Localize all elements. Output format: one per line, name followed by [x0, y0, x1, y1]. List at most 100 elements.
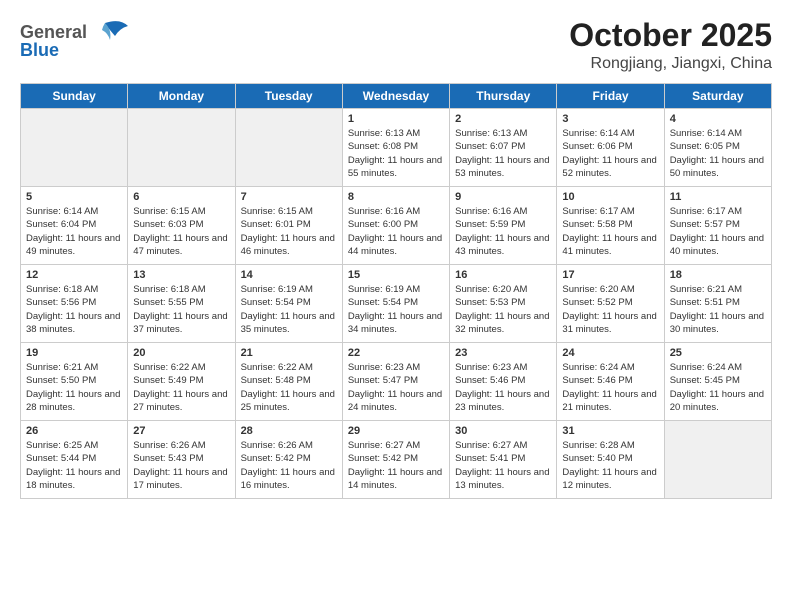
day-number: 25: [670, 347, 766, 359]
sunset-text: Sunset: 5:40 PM: [562, 453, 632, 464]
sunrise-text: Sunrise: 6:17 AM: [670, 206, 742, 217]
daylight-text: Daylight: 11 hours and 23 minutes.: [455, 389, 549, 413]
sunrise-text: Sunrise: 6:15 AM: [241, 206, 313, 217]
week-row-5: 26 Sunrise: 6:25 AM Sunset: 5:44 PM Dayl…: [21, 421, 772, 499]
sunrise-text: Sunrise: 6:27 AM: [455, 440, 527, 451]
cell-info: Sunrise: 6:26 AM Sunset: 5:42 PM Dayligh…: [241, 439, 337, 492]
day-number: 2: [455, 113, 551, 125]
sunrise-text: Sunrise: 6:22 AM: [133, 362, 205, 373]
daylight-text: Daylight: 11 hours and 30 minutes.: [670, 311, 764, 335]
sunrise-text: Sunrise: 6:17 AM: [562, 206, 634, 217]
day-number: 7: [241, 191, 337, 203]
daylight-text: Daylight: 11 hours and 17 minutes.: [133, 467, 227, 491]
day-number: 27: [133, 425, 229, 437]
sunrise-text: Sunrise: 6:24 AM: [670, 362, 742, 373]
logo: General Blue: [20, 18, 130, 65]
daylight-text: Daylight: 11 hours and 38 minutes.: [26, 311, 120, 335]
week-row-1: 1 Sunrise: 6:13 AM Sunset: 6:08 PM Dayli…: [21, 109, 772, 187]
cell-info: Sunrise: 6:21 AM Sunset: 5:50 PM Dayligh…: [26, 361, 122, 414]
day-number: 29: [348, 425, 444, 437]
daylight-text: Daylight: 11 hours and 43 minutes.: [455, 233, 549, 257]
calendar-cell: 31 Sunrise: 6:28 AM Sunset: 5:40 PM Dayl…: [557, 421, 664, 499]
sunrise-text: Sunrise: 6:13 AM: [348, 128, 420, 139]
calendar-cell: 6 Sunrise: 6:15 AM Sunset: 6:03 PM Dayli…: [128, 187, 235, 265]
calendar-cell: 2 Sunrise: 6:13 AM Sunset: 6:07 PM Dayli…: [450, 109, 557, 187]
sunset-text: Sunset: 6:01 PM: [241, 219, 311, 230]
logo-text: General Blue: [20, 18, 130, 65]
cell-info: Sunrise: 6:24 AM Sunset: 5:45 PM Dayligh…: [670, 361, 766, 414]
cell-info: Sunrise: 6:20 AM Sunset: 5:53 PM Dayligh…: [455, 283, 551, 336]
calendar-cell: 17 Sunrise: 6:20 AM Sunset: 5:52 PM Dayl…: [557, 265, 664, 343]
cell-info: Sunrise: 6:19 AM Sunset: 5:54 PM Dayligh…: [348, 283, 444, 336]
weekday-header-saturday: Saturday: [664, 84, 771, 109]
calendar-cell: 27 Sunrise: 6:26 AM Sunset: 5:43 PM Dayl…: [128, 421, 235, 499]
cell-info: Sunrise: 6:19 AM Sunset: 5:54 PM Dayligh…: [241, 283, 337, 336]
sunset-text: Sunset: 5:46 PM: [455, 375, 525, 386]
calendar-cell: 10 Sunrise: 6:17 AM Sunset: 5:58 PM Dayl…: [557, 187, 664, 265]
sunset-text: Sunset: 6:00 PM: [348, 219, 418, 230]
day-number: 8: [348, 191, 444, 203]
cell-info: Sunrise: 6:14 AM Sunset: 6:04 PM Dayligh…: [26, 205, 122, 258]
calendar-cell: 25 Sunrise: 6:24 AM Sunset: 5:45 PM Dayl…: [664, 343, 771, 421]
day-number: 23: [455, 347, 551, 359]
calendar-table: SundayMondayTuesdayWednesdayThursdayFrid…: [20, 83, 772, 499]
sunrise-text: Sunrise: 6:28 AM: [562, 440, 634, 451]
sunrise-text: Sunrise: 6:18 AM: [133, 284, 205, 295]
daylight-text: Daylight: 11 hours and 27 minutes.: [133, 389, 227, 413]
sunset-text: Sunset: 5:47 PM: [348, 375, 418, 386]
svg-text:General: General: [20, 22, 87, 42]
daylight-text: Daylight: 11 hours and 14 minutes.: [348, 467, 442, 491]
sunrise-text: Sunrise: 6:25 AM: [26, 440, 98, 451]
sunset-text: Sunset: 5:46 PM: [562, 375, 632, 386]
calendar-cell: 21 Sunrise: 6:22 AM Sunset: 5:48 PM Dayl…: [235, 343, 342, 421]
calendar-cell: 28 Sunrise: 6:26 AM Sunset: 5:42 PM Dayl…: [235, 421, 342, 499]
calendar-cell: 7 Sunrise: 6:15 AM Sunset: 6:01 PM Dayli…: [235, 187, 342, 265]
calendar-cell: 26 Sunrise: 6:25 AM Sunset: 5:44 PM Dayl…: [21, 421, 128, 499]
calendar-cell: 14 Sunrise: 6:19 AM Sunset: 5:54 PM Dayl…: [235, 265, 342, 343]
calendar-cell: 15 Sunrise: 6:19 AM Sunset: 5:54 PM Dayl…: [342, 265, 449, 343]
day-number: 14: [241, 269, 337, 281]
sunset-text: Sunset: 5:57 PM: [670, 219, 740, 230]
day-number: 19: [26, 347, 122, 359]
day-number: 6: [133, 191, 229, 203]
sunrise-text: Sunrise: 6:23 AM: [348, 362, 420, 373]
weekday-header-wednesday: Wednesday: [342, 84, 449, 109]
sunrise-text: Sunrise: 6:14 AM: [26, 206, 98, 217]
sunrise-text: Sunrise: 6:14 AM: [670, 128, 742, 139]
sunset-text: Sunset: 5:56 PM: [26, 297, 96, 308]
daylight-text: Daylight: 11 hours and 49 minutes.: [26, 233, 120, 257]
day-number: 1: [348, 113, 444, 125]
cell-info: Sunrise: 6:18 AM Sunset: 5:55 PM Dayligh…: [133, 283, 229, 336]
daylight-text: Daylight: 11 hours and 18 minutes.: [26, 467, 120, 491]
sunrise-text: Sunrise: 6:16 AM: [348, 206, 420, 217]
day-number: 15: [348, 269, 444, 281]
day-number: 30: [455, 425, 551, 437]
day-number: 12: [26, 269, 122, 281]
daylight-text: Daylight: 11 hours and 37 minutes.: [133, 311, 227, 335]
calendar-cell: 16 Sunrise: 6:20 AM Sunset: 5:53 PM Dayl…: [450, 265, 557, 343]
cell-info: Sunrise: 6:16 AM Sunset: 5:59 PM Dayligh…: [455, 205, 551, 258]
sunset-text: Sunset: 5:54 PM: [348, 297, 418, 308]
day-number: 16: [455, 269, 551, 281]
cell-info: Sunrise: 6:27 AM Sunset: 5:41 PM Dayligh…: [455, 439, 551, 492]
cell-info: Sunrise: 6:13 AM Sunset: 6:08 PM Dayligh…: [348, 127, 444, 180]
weekday-header-friday: Friday: [557, 84, 664, 109]
cell-info: Sunrise: 6:20 AM Sunset: 5:52 PM Dayligh…: [562, 283, 658, 336]
cell-info: Sunrise: 6:23 AM Sunset: 5:47 PM Dayligh…: [348, 361, 444, 414]
daylight-text: Daylight: 11 hours and 32 minutes.: [455, 311, 549, 335]
sunrise-text: Sunrise: 6:22 AM: [241, 362, 313, 373]
sunrise-text: Sunrise: 6:20 AM: [562, 284, 634, 295]
sunset-text: Sunset: 5:42 PM: [241, 453, 311, 464]
sunrise-text: Sunrise: 6:20 AM: [455, 284, 527, 295]
sunrise-text: Sunrise: 6:15 AM: [133, 206, 205, 217]
sunrise-text: Sunrise: 6:19 AM: [348, 284, 420, 295]
svg-text:Blue: Blue: [20, 40, 59, 60]
day-number: 22: [348, 347, 444, 359]
day-number: 31: [562, 425, 658, 437]
month-title: October 2025: [569, 18, 772, 53]
sunrise-text: Sunrise: 6:27 AM: [348, 440, 420, 451]
sunrise-text: Sunrise: 6:13 AM: [455, 128, 527, 139]
cell-info: Sunrise: 6:27 AM Sunset: 5:42 PM Dayligh…: [348, 439, 444, 492]
daylight-text: Daylight: 11 hours and 44 minutes.: [348, 233, 442, 257]
calendar-cell: 8 Sunrise: 6:16 AM Sunset: 6:00 PM Dayli…: [342, 187, 449, 265]
